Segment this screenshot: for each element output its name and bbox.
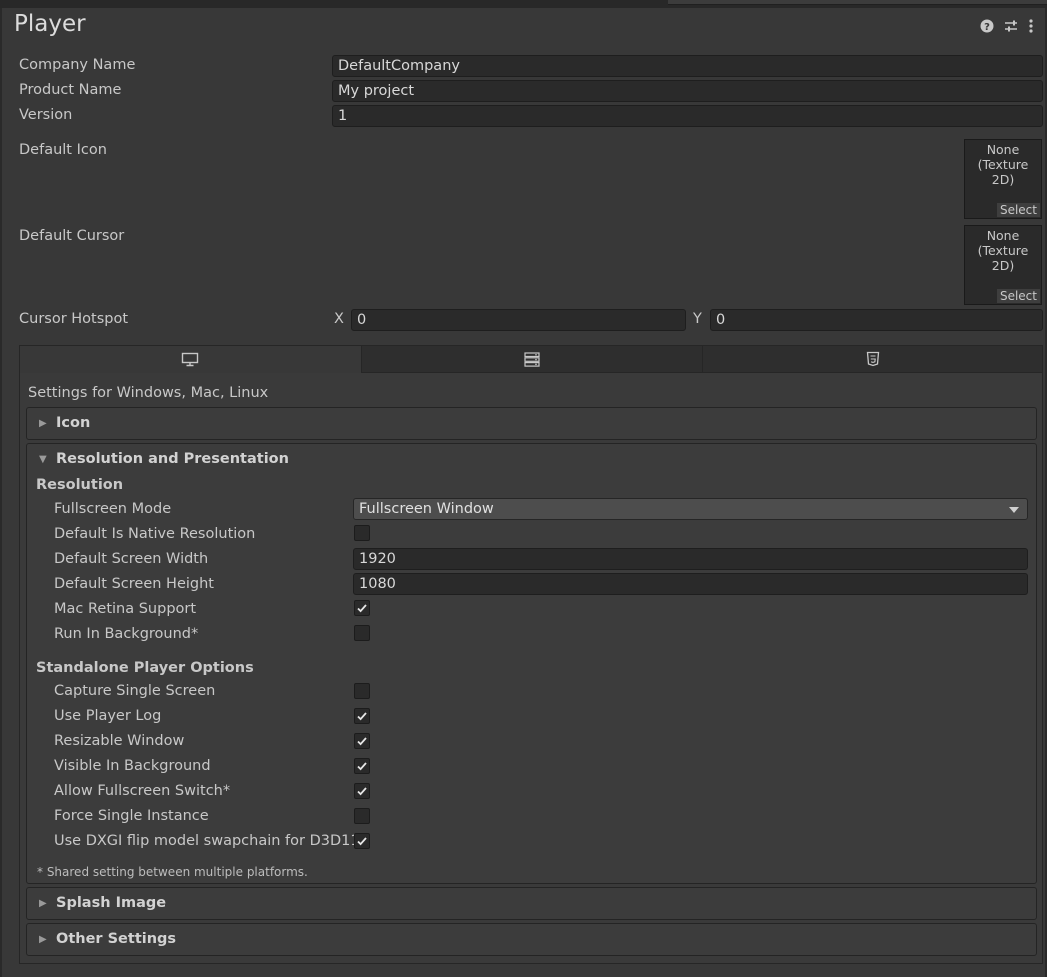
default-cursor-field[interactable]: None (Texture 2D) Select	[964, 225, 1042, 305]
version-field[interactable]: 1	[332, 105, 1043, 127]
visible-in-background-label: Visible In Background	[54, 758, 211, 774]
checkmark-icon	[357, 837, 367, 846]
capture-single-screen-checkbox[interactable]	[354, 683, 370, 699]
other-settings-title[interactable]: Other Settings	[56, 931, 176, 947]
search-field-edge	[668, 0, 1047, 5]
splash-image-title[interactable]: Splash Image	[56, 895, 166, 911]
standalone-options-heading: Standalone Player Options	[36, 660, 254, 676]
kebab-menu-icon[interactable]	[1026, 18, 1036, 34]
default-icon-select-button[interactable]: Select	[996, 203, 1040, 217]
resizable-window-label: Resizable Window	[54, 733, 185, 749]
html5-icon	[866, 351, 880, 367]
visible-in-background-checkbox[interactable]	[354, 758, 370, 774]
allow-fullscreen-switch-label: Allow Fullscreen Switch*	[54, 783, 231, 799]
screen-width-label: Default Screen Width	[54, 551, 209, 567]
page-title: Player	[14, 11, 86, 37]
default-cursor-select-button[interactable]: Select	[996, 289, 1040, 303]
native-resolution-checkbox[interactable]	[354, 525, 370, 541]
hotspot-y-label[interactable]: Y	[693, 311, 702, 327]
other-settings-foldout[interactable]	[26, 923, 1037, 956]
company-name-label: Company Name	[19, 57, 136, 73]
chevron-down-icon	[1009, 507, 1019, 513]
screen-width-field[interactable]: 1920	[353, 548, 1028, 570]
default-icon-value: None (Texture 2D)	[977, 142, 1029, 187]
company-name-field[interactable]: DefaultCompany	[332, 55, 1043, 77]
use-player-log-checkbox[interactable]	[354, 708, 370, 724]
monitor-icon	[181, 352, 199, 367]
hotspot-y-field[interactable]: 0	[710, 309, 1043, 331]
checkmark-icon	[357, 712, 367, 721]
native-resolution-label: Default Is Native Resolution	[54, 526, 256, 542]
mac-retina-checkbox[interactable]	[354, 600, 370, 616]
default-cursor-value: None (Texture 2D)	[977, 228, 1029, 273]
capture-single-screen-label: Capture Single Screen	[54, 683, 216, 699]
server-icon	[524, 352, 540, 367]
default-icon-field[interactable]: None (Texture 2D) Select	[964, 139, 1042, 219]
settings-for-label: Settings for Windows, Mac, Linux	[28, 385, 269, 401]
svg-text:?: ?	[984, 22, 990, 33]
expanded-arrow-icon[interactable]: ▼	[39, 454, 47, 465]
splash-image-foldout[interactable]	[26, 887, 1037, 920]
run-in-background-label: Run In Background*	[54, 626, 199, 642]
product-name-label: Product Name	[19, 82, 122, 98]
version-label: Version	[19, 107, 73, 123]
resizable-window-checkbox[interactable]	[354, 733, 370, 749]
presets-icon[interactable]	[1003, 18, 1019, 34]
run-in-background-checkbox[interactable]	[354, 625, 370, 641]
cursor-hotspot-label: Cursor Hotspot	[19, 311, 129, 327]
screen-height-label: Default Screen Height	[54, 576, 214, 592]
fullscreen-mode-value: Fullscreen Window	[359, 501, 494, 517]
fullscreen-mode-dropdown[interactable]: Fullscreen Window	[353, 498, 1028, 520]
fullscreen-mode-label: Fullscreen Mode	[54, 501, 172, 517]
resolution-presentation-title[interactable]: Resolution and Presentation	[56, 451, 289, 467]
dxgi-flip-label: Use DXGI flip model swapchain for D3D11	[54, 833, 360, 849]
tab-dedicated-server[interactable]	[361, 345, 703, 373]
mac-retina-label: Mac Retina Support	[54, 601, 197, 617]
force-single-instance-checkbox[interactable]	[354, 808, 370, 824]
icon-foldout[interactable]	[26, 407, 1037, 440]
product-name-field[interactable]: My project	[332, 80, 1043, 102]
hotspot-x-field[interactable]: 0	[351, 309, 686, 331]
collapsed-arrow-icon[interactable]: ▶	[39, 418, 47, 429]
checkmark-icon	[357, 787, 367, 796]
dxgi-flip-checkbox[interactable]	[354, 833, 370, 849]
collapsed-arrow-icon[interactable]: ▶	[39, 934, 47, 945]
tab-webgl[interactable]	[702, 345, 1043, 373]
hotspot-x-label[interactable]: X	[334, 311, 344, 327]
tab-standalone[interactable]	[19, 345, 362, 373]
screen-height-field[interactable]: 1080	[353, 573, 1028, 595]
checkmark-icon	[357, 737, 367, 746]
force-single-instance-label: Force Single Instance	[54, 808, 209, 824]
allow-fullscreen-switch-checkbox[interactable]	[354, 783, 370, 799]
default-cursor-label: Default Cursor	[19, 228, 125, 244]
icon-section-title[interactable]: Icon	[56, 415, 90, 431]
checkmark-icon	[357, 604, 367, 613]
use-player-log-label: Use Player Log	[54, 708, 162, 724]
left-border	[0, 8, 2, 977]
shared-setting-note: * Shared setting between multiple platfo…	[37, 865, 308, 879]
checkmark-icon	[357, 762, 367, 771]
default-icon-label: Default Icon	[19, 142, 107, 158]
resolution-heading: Resolution	[36, 477, 124, 493]
collapsed-arrow-icon[interactable]: ▶	[39, 898, 47, 909]
help-icon[interactable]: ?	[979, 18, 995, 34]
